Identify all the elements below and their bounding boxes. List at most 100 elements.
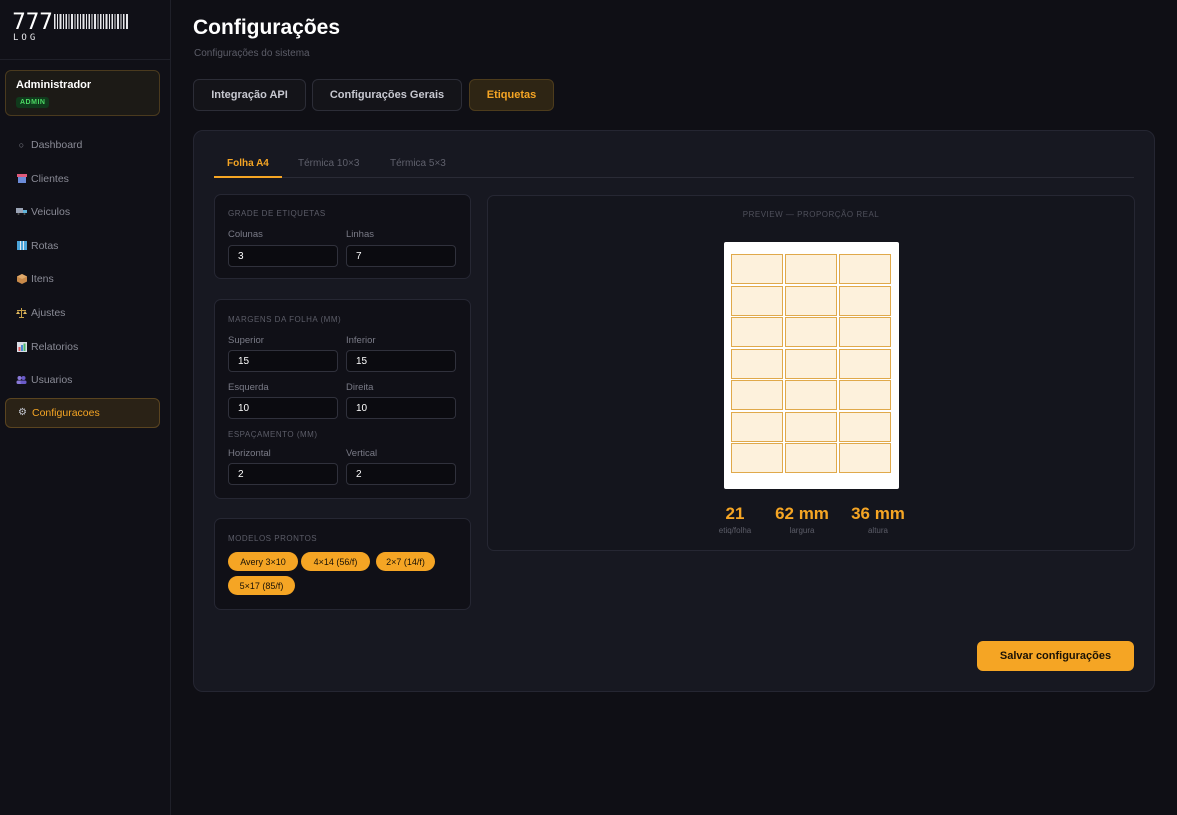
margins-card: MARGENS DA FOLHA (MM) Superior Inferior …: [214, 299, 471, 499]
label-cell: [839, 380, 891, 410]
subtabs-divider: [214, 177, 1134, 178]
stat-width-label: largura: [789, 526, 815, 535]
bottom-margin-label: Inferior: [346, 335, 376, 346]
sidebar-item-dashboard[interactable]: ○ Dashboard: [5, 130, 160, 160]
bottom-margin-input[interactable]: [346, 350, 456, 372]
right-margin-input[interactable]: [346, 397, 456, 419]
label-cell: [839, 254, 891, 284]
label-cell: [731, 317, 783, 347]
tab-integracao-api[interactable]: Integração API: [193, 79, 306, 111]
spacing-title: ESPAÇAMENTO (MM): [228, 430, 318, 439]
label-cell: [839, 317, 891, 347]
circle-icon: ○: [18, 140, 25, 150]
sidebar-item-label: Configuracoes: [32, 407, 100, 419]
page-title: Configurações: [193, 16, 341, 39]
label-cell: [839, 285, 891, 316]
sidebar-item-clientes[interactable]: Clientes: [5, 164, 160, 194]
stat-width-value: 62 mm: [775, 504, 829, 523]
user-card[interactable]: Administrador ADMIN: [5, 70, 160, 116]
sidebar-item-configuracoes[interactable]: ⚙ Configuracoes: [5, 398, 160, 428]
sheet-preview: [724, 242, 899, 489]
vertical-spacing-label: Vertical: [346, 448, 378, 459]
label-cell: [785, 443, 837, 473]
left-margin-label: Esquerda: [228, 382, 269, 393]
store-icon: [16, 174, 27, 184]
tab-configuracoes-gerais[interactable]: Configurações Gerais: [312, 79, 462, 111]
label-cell: [731, 285, 783, 316]
sidebar-item-label: Dashboard: [31, 139, 83, 151]
label-cell: [731, 411, 783, 442]
sidebar-item-label: Relatorios: [31, 341, 79, 353]
logo[interactable]: 777 LOG: [0, 0, 170, 60]
subtab-folha-a4[interactable]: Folha A4: [227, 158, 269, 169]
sidebar-item-itens[interactable]: Itens: [5, 264, 160, 294]
label-cell: [839, 411, 891, 442]
preset-5x17[interactable]: 5×17 (85/f): [228, 576, 295, 595]
subtab-termica-5x3[interactable]: Térmica 5×3: [390, 158, 446, 169]
logo-subtitle: LOG: [13, 33, 39, 43]
sidebar-item-relatorios[interactable]: Relatorios: [5, 332, 160, 362]
sidebar-item-ajustes[interactable]: Ajustes: [5, 298, 160, 328]
barcode-icon: [54, 14, 128, 29]
tab-etiquetas[interactable]: Etiquetas: [469, 79, 554, 111]
label-cell: [785, 380, 837, 410]
sidebar-item-label: Ajustes: [31, 307, 66, 319]
card-title: MODELOS PRONTOS: [228, 534, 318, 543]
scale-icon: [16, 308, 27, 318]
sidebar-item-label: Veiculos: [31, 206, 71, 218]
sidebar: 777 LOG Administrador ADMIN ○ Dashboard …: [0, 0, 171, 815]
rows-label: Linhas: [346, 229, 374, 240]
label-cell: [839, 443, 891, 473]
sidebar-item-usuarios[interactable]: Usuarios: [5, 365, 160, 395]
preset-4x14[interactable]: 4×14 (56/f): [301, 552, 370, 571]
horizontal-spacing-input[interactable]: [228, 463, 338, 485]
card-title: GRADE DE ETIQUETAS: [228, 209, 326, 218]
top-margin-label: Superior: [228, 335, 264, 346]
label-cell: [785, 285, 837, 316]
preview-card: PREVIEW — PROPORÇÃO REAL 21 etiq/folha 6…: [487, 195, 1135, 551]
presets-card: MODELOS PRONTOS Avery 3×10 4×14 (56/f) 2…: [214, 518, 471, 610]
chart-icon: [16, 342, 27, 352]
vertical-spacing-input[interactable]: [346, 463, 456, 485]
preset-avery-3x10[interactable]: Avery 3×10: [228, 552, 298, 571]
sidebar-item-label: Itens: [31, 273, 54, 285]
stat-height-value: 36 mm: [851, 504, 905, 523]
label-cell: [785, 411, 837, 442]
role-badge: ADMIN: [16, 97, 50, 108]
user-name: Administrador: [16, 79, 92, 91]
label-cell: [731, 380, 783, 410]
label-cell: [785, 254, 837, 284]
truck-icon: [16, 207, 27, 217]
active-subtab-indicator: [214, 176, 282, 178]
preview-title: PREVIEW — PROPORÇÃO REAL: [742, 210, 880, 219]
logo-number: 777: [12, 10, 53, 35]
grid-card: GRADE DE ETIQUETAS Colunas Linhas: [214, 194, 471, 279]
sidebar-item-rotas[interactable]: Rotas: [5, 231, 160, 261]
left-margin-input[interactable]: [228, 397, 338, 419]
save-button[interactable]: Salvar configurações: [977, 641, 1134, 671]
horizontal-spacing-label: Horizontal: [228, 448, 271, 459]
right-margin-label: Direita: [346, 382, 374, 393]
stat-height-label: altura: [867, 526, 888, 535]
label-cell: [731, 254, 783, 284]
columns-label: Colunas: [228, 229, 263, 240]
card-title: MARGENS DA FOLHA (MM): [228, 315, 342, 324]
label-cell: [731, 443, 783, 473]
columns-input[interactable]: [228, 245, 338, 267]
sidebar-item-label: Rotas: [31, 240, 59, 252]
users-icon: [16, 375, 27, 385]
label-cell: [785, 348, 837, 379]
sidebar-item-label: Usuarios: [31, 374, 73, 386]
top-margin-input[interactable]: [228, 350, 338, 372]
gear-icon: ⚙: [18, 407, 27, 418]
map-icon: [16, 241, 27, 251]
preset-2x7[interactable]: 2×7 (14/f): [376, 552, 435, 571]
sidebar-item-veiculos[interactable]: Veiculos: [5, 197, 160, 227]
sidebar-item-label: Clientes: [31, 173, 69, 185]
label-cell: [785, 317, 837, 347]
page-subtitle: Configurações do sistema: [194, 48, 310, 59]
subtab-termica-10x3[interactable]: Térmica 10×3: [298, 158, 359, 169]
rows-input[interactable]: [346, 245, 456, 267]
package-icon: [16, 274, 27, 284]
label-cell: [839, 348, 891, 379]
